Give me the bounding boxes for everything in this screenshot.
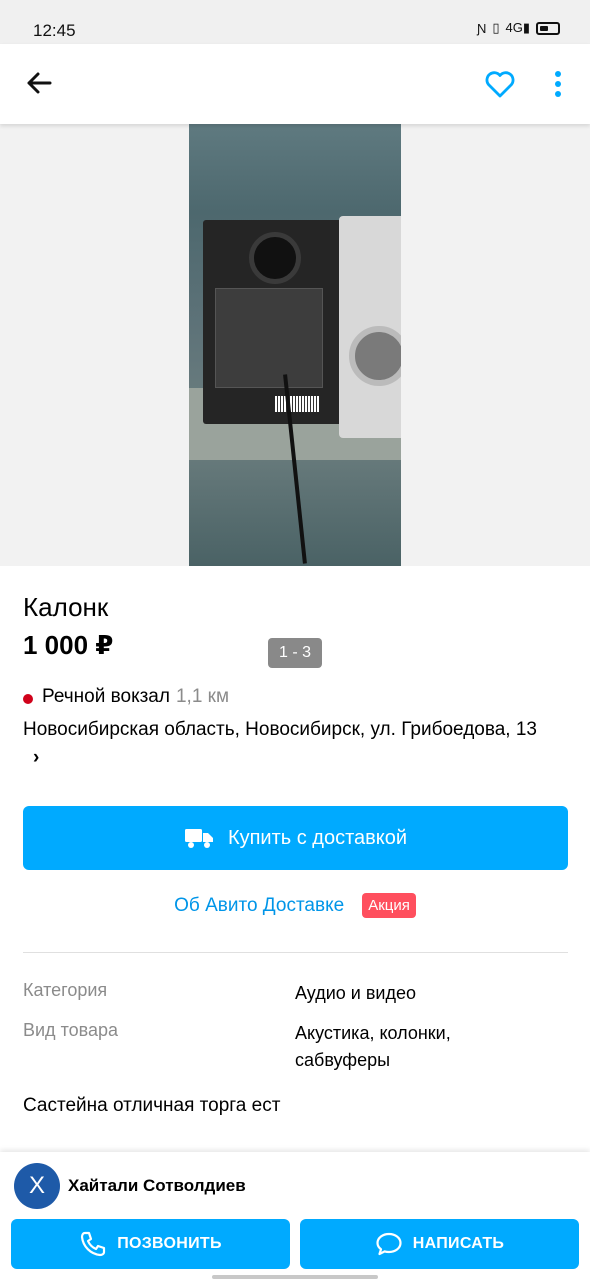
- network-type-label: 4G: [505, 20, 523, 35]
- section-divider: [23, 952, 568, 953]
- param-value: Аудио и видео: [295, 983, 416, 1003]
- delivery-info-row: Об Авито Доставке Акция: [0, 893, 590, 918]
- signal-4g-icon: 4G▮: [505, 20, 531, 35]
- seller-avatar[interactable]: Х: [14, 1163, 60, 1209]
- chat-bubble-icon: [376, 1232, 402, 1256]
- photo-counter: 1 - 3: [268, 638, 322, 668]
- status-icons: Ɲ ▯ 4G▮: [477, 20, 560, 36]
- second-speaker: [339, 216, 401, 438]
- chevron-right-icon: ›: [33, 747, 40, 768]
- phone-icon: [81, 1231, 106, 1257]
- speaker-cone: [349, 326, 401, 386]
- speaker-back: [203, 220, 343, 424]
- listing-title: Калонк: [23, 592, 109, 622]
- about-delivery-link[interactable]: Об Авито Доставке: [174, 895, 344, 917]
- address-link[interactable]: Новосибирская область, Новосибирск, ул. …: [23, 716, 553, 772]
- truck-icon: [184, 829, 213, 848]
- more-vert-icon[interactable]: [548, 68, 568, 100]
- speaker-port: [249, 232, 301, 284]
- call-button[interactable]: ПОЗВОНИТЬ: [11, 1219, 290, 1269]
- param-value: Акустика, колонки, сабвуферы: [295, 1023, 451, 1070]
- metro-distance: 1,1 км: [175, 686, 230, 707]
- buy-button-label: Купить с доставкой: [227, 826, 408, 849]
- param-key: Вид товара: [23, 1020, 119, 1040]
- metro-station: Речной вокзал: [42, 686, 170, 707]
- listing-description: Састейна отличная торга ест: [23, 1095, 281, 1116]
- metro-location: Речной вокзал 1,1 км: [23, 686, 229, 708]
- promo-badge: Акция: [362, 893, 416, 918]
- seller-bar: Х Хайтали Сотволдиев ПОЗВОНИТЬ НАПИСАТЬ: [0, 1152, 590, 1280]
- seller-name[interactable]: Хайтали Сотволдиев: [68, 1176, 246, 1196]
- app-bar: [0, 44, 590, 124]
- address-text: Новосибирская область, Новосибирск, ул. …: [23, 719, 537, 740]
- write-button-label: НАПИСАТЬ: [412, 1235, 505, 1252]
- listing-price: 1 000 ₽: [23, 630, 114, 660]
- buy-with-delivery-button[interactable]: Купить с доставкой: [23, 806, 568, 870]
- back-arrow-icon[interactable]: [24, 68, 54, 98]
- nfc-icon: Ɲ: [476, 20, 487, 36]
- param-key: Категория: [23, 980, 108, 1000]
- vibrate-icon: ▯: [492, 20, 500, 35]
- barcode-sticker: [275, 396, 319, 412]
- avito-watermark: Avito: [348, 666, 375, 680]
- photo-gallery[interactable]: 1 - 3 Avito: [0, 124, 590, 680]
- status-time: 12:45: [33, 21, 76, 40]
- speaker-panel: [215, 288, 323, 388]
- home-indicator[interactable]: [212, 1275, 378, 1279]
- heart-icon[interactable]: [484, 68, 516, 100]
- listing-photo[interactable]: [189, 124, 401, 566]
- write-button[interactable]: НАПИСАТЬ: [300, 1219, 579, 1269]
- metro-dot-icon: [23, 693, 33, 704]
- status-bar: 12:45 Ɲ ▯ 4G▮: [0, 0, 590, 44]
- call-button-label: ПОЗВОНИТЬ: [117, 1235, 222, 1252]
- battery-icon: [536, 21, 560, 35]
